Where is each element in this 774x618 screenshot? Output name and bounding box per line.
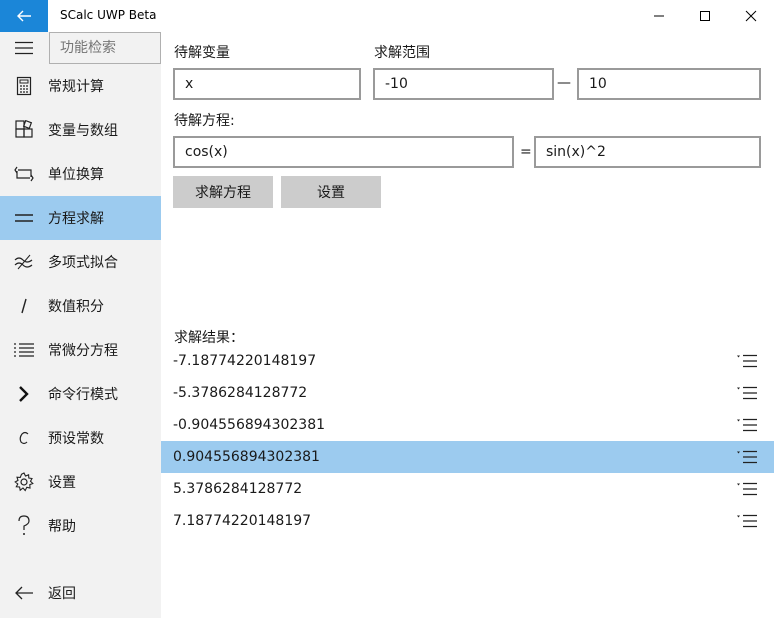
result-value: -5.3786284128772 <box>173 385 308 401</box>
row-menu-icon[interactable] <box>736 482 758 496</box>
minimize-button[interactable] <box>636 0 682 32</box>
variable-label: 待解变量 <box>174 45 230 61</box>
chevron-right-icon <box>19 386 29 402</box>
range-label: 求解范围 <box>374 45 430 61</box>
title-bar: SCalc UWP Beta <box>0 0 774 32</box>
range-min-input[interactable] <box>373 68 554 100</box>
result-value: 7.18774220148197 <box>173 513 312 529</box>
nav-item-label: 常微分方程 <box>48 343 118 359</box>
question-icon <box>18 515 30 535</box>
nav-item-unit-conversion[interactable]: 单位换算 <box>0 152 161 196</box>
navigation-pane: 常规计算 变量与数组 单位换算 方程求解 多项式拟合 数值积分 常微分方程 命令… <box>0 32 161 618</box>
constant-icon <box>19 431 29 445</box>
variable-input[interactable] <box>173 68 361 100</box>
title-back-button[interactable] <box>0 0 48 32</box>
blocks-icon <box>15 120 33 138</box>
result-value: -0.904556894302381 <box>173 417 326 433</box>
arrow-left-icon <box>17 10 31 22</box>
solve-button[interactable]: 求解方程 <box>173 176 273 208</box>
equals-icon <box>15 214 33 222</box>
nav-item-label: 数值积分 <box>48 299 104 315</box>
result-row[interactable]: -0.904556894302381 <box>161 409 774 441</box>
range-max-input[interactable] <box>577 68 761 100</box>
nav-item-settings[interactable]: 设置 <box>0 460 161 504</box>
nav-item-help[interactable]: 帮助 <box>0 504 161 548</box>
result-row[interactable]: 5.3786284128772 <box>161 473 774 505</box>
result-row[interactable]: -5.3786284128772 <box>161 377 774 409</box>
result-row[interactable]: -7.18774220148197 <box>161 345 774 377</box>
equation-label: 待解方程: <box>174 113 235 129</box>
feature-search-input[interactable] <box>49 32 161 64</box>
nav-item-label: 预设常数 <box>48 431 104 447</box>
nav-item-back[interactable]: 返回 <box>0 571 161 615</box>
row-menu-icon[interactable] <box>736 450 758 464</box>
maximize-icon <box>700 11 710 21</box>
nav-item-label: 方程求解 <box>48 211 104 227</box>
app-title: SCalc UWP Beta <box>60 8 157 22</box>
range-separator: — <box>557 75 571 91</box>
close-icon <box>745 10 757 22</box>
nav-item-equation-solver[interactable]: 方程求解 <box>0 196 161 240</box>
gear-icon <box>14 472 34 492</box>
equation-right-input[interactable] <box>534 136 761 168</box>
nav-item-preset-constants[interactable]: 预设常数 <box>0 416 161 460</box>
calculator-icon <box>16 76 32 96</box>
nav-item-label: 返回 <box>48 586 76 602</box>
nav-item-command-line[interactable]: 命令行模式 <box>0 372 161 416</box>
minimize-icon <box>654 15 664 17</box>
settings-button[interactable]: 设置 <box>281 176 381 208</box>
nav-item-label: 多项式拟合 <box>48 255 118 271</box>
nav-item-numeric-integral[interactable]: 数值积分 <box>0 284 161 328</box>
equation-left-input[interactable] <box>173 136 514 168</box>
result-value: 5.3786284128772 <box>173 481 303 497</box>
nav-item-label: 变量与数组 <box>48 123 118 139</box>
row-menu-icon[interactable] <box>736 514 758 528</box>
result-row-selected[interactable]: 0.904556894302381 <box>161 441 774 473</box>
wave-icon <box>14 254 33 270</box>
nav-item-label: 帮助 <box>48 519 76 535</box>
integral-icon <box>21 298 27 314</box>
hamburger-button[interactable] <box>0 32 48 64</box>
result-row[interactable]: 7.18774220148197 <box>161 505 774 537</box>
results-label: 求解结果： <box>174 330 244 346</box>
swap-icon <box>14 166 34 182</box>
result-value: -7.18774220148197 <box>173 353 317 369</box>
nav-item-label: 命令行模式 <box>48 387 118 403</box>
nav-item-ode[interactable]: 常微分方程 <box>0 328 161 372</box>
arrow-left-icon <box>15 586 33 600</box>
maximize-button[interactable] <box>682 0 728 32</box>
nav-item-label: 常规计算 <box>48 79 104 95</box>
nav-item-variables[interactable]: 变量与数组 <box>0 108 161 152</box>
row-menu-icon[interactable] <box>736 386 758 400</box>
close-button[interactable] <box>728 0 774 32</box>
result-value: 0.904556894302381 <box>173 449 320 465</box>
row-menu-icon[interactable] <box>736 418 758 432</box>
hamburger-icon <box>15 41 33 55</box>
equals-sign: = <box>520 144 532 160</box>
list-icon <box>14 343 34 357</box>
nav-item-label: 设置 <box>48 475 76 491</box>
nav-item-polynomial-fit[interactable]: 多项式拟合 <box>0 240 161 284</box>
nav-item-general-calc[interactable]: 常规计算 <box>0 64 161 108</box>
row-menu-icon[interactable] <box>736 354 758 368</box>
nav-item-label: 单位换算 <box>48 167 104 183</box>
